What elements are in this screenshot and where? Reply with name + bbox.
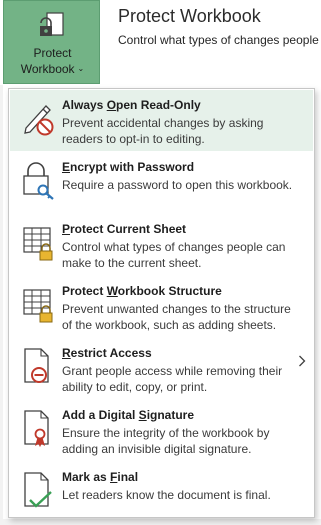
backstage-bottom-strip [0, 519, 321, 525]
lock-key-icon [23, 162, 54, 200]
menu-item-description: Grant people access while removing their… [62, 364, 283, 394]
menu-item-description: Control what types of changes people can… [62, 240, 286, 270]
menu-item-description: Prevent accidental changes by asking rea… [62, 116, 264, 146]
menu-item-mark-as-final[interactable]: Mark as Final Let readers know the docum… [10, 462, 313, 517]
lock-document-icon [40, 12, 64, 36]
backstage-left-edge [0, 85, 3, 525]
menu-item-title: Mark as Final [62, 470, 139, 484]
document-restrict-icon [24, 348, 49, 383]
menu-item-encrypt-with-password[interactable]: Encrypt with Password Require a password… [10, 152, 313, 213]
chevron-down-icon: ⌄ [77, 64, 85, 73]
menu-item-title: Protect Workbook Structure [62, 284, 222, 298]
document-checkmark-icon [24, 472, 52, 508]
menu-item-add-digital-signature[interactable]: Add a Digital Signature Ensure the integ… [10, 400, 313, 461]
backstage-info-page: Protect Workbook ⌄ Protect Workbook Contr… [0, 0, 321, 525]
menu-item-title: Add a Digital Signature [62, 408, 195, 422]
menu-item-description: Ensure the integrity of the workbook by … [62, 426, 270, 456]
workbook-structure-lock-icon [23, 289, 53, 323]
document-ribbon-icon [24, 410, 49, 447]
page-title: Protect Workbook [118, 6, 261, 26]
menu-item-always-open-read-only[interactable]: Always Open Read-Only Prevent accidental… [10, 90, 313, 151]
menu-item-title: Restrict Access [62, 346, 152, 360]
protect-workbook-button[interactable]: Protect Workbook ⌄ [3, 0, 100, 84]
pencil-no-edit-icon [24, 105, 54, 136]
protect-button-label-text: Workbook [20, 62, 75, 76]
menu-item-title: Always Open Read-Only [62, 98, 201, 112]
chevron-right-icon[interactable] [298, 355, 306, 367]
menu-item-description: Require a password to open this workbook… [62, 178, 293, 192]
page-description: Control what types of changes people [118, 33, 319, 47]
menu-item-restrict-access[interactable]: Restrict Access Grant people access whil… [10, 338, 313, 399]
protect-button-label-line2: Workbook ⌄ [4, 62, 101, 76]
menu-item-protect-current-sheet[interactable]: Protect Current Sheet Control what types… [10, 214, 313, 275]
protect-workbook-menu: Always Open Read-Only Prevent accidental… [8, 88, 315, 518]
menu-item-protect-workbook-structure[interactable]: Protect Workbook Structure Prevent unwan… [10, 276, 313, 337]
menu-item-description: Let readers know the document is final. [62, 488, 271, 502]
sheet-lock-icon [23, 227, 53, 261]
menu-item-title: Encrypt with Password [62, 160, 195, 174]
menu-item-description: Prevent unwanted changes to the structur… [62, 302, 291, 332]
protect-button-label-line1: Protect [33, 46, 72, 60]
menu-item-title: Protect Current Sheet [62, 222, 187, 236]
